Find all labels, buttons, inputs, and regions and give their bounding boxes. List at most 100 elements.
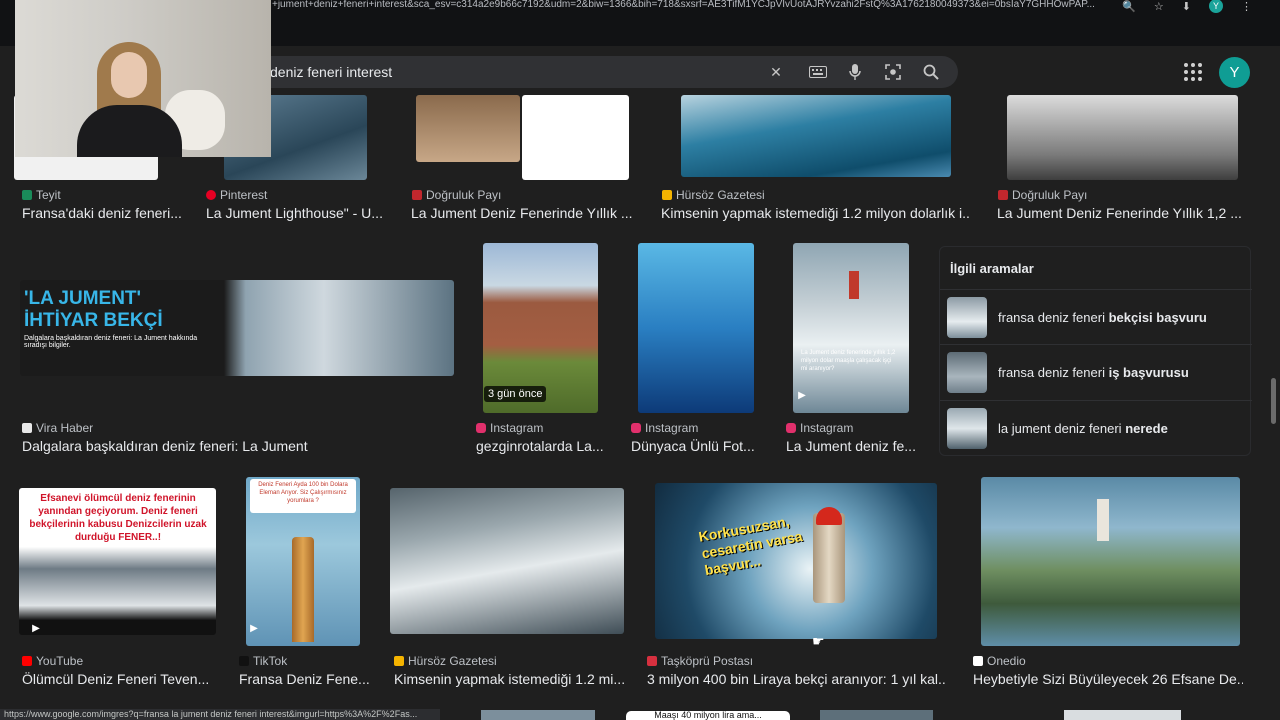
thumb-text: Maaşı 40 milyon lira ama... bbox=[626, 711, 790, 720]
result-source: Onedio bbox=[973, 654, 1026, 668]
result-source: Hürsöz Gazetesi bbox=[394, 654, 497, 668]
thumb-text: La Jument deniz fenerinde yıllık 1,2 mil… bbox=[801, 350, 896, 372]
play-icon: ▶ bbox=[250, 622, 258, 634]
scrollbar-thumb[interactable] bbox=[1271, 378, 1276, 424]
result-caption[interactable]: gezginrotalarda La... bbox=[476, 438, 606, 454]
result-caption[interactable]: Kimsenin yapmak istemediği 1.2 mi... bbox=[394, 671, 624, 687]
result-source: YouTube bbox=[22, 654, 83, 668]
time-badge: 3 gün önce bbox=[484, 386, 547, 402]
thumb-text: Efsanevi ölümcül deniz fenerinin yanında… bbox=[29, 493, 207, 543]
related-search-text: fransa deniz feneri bekçisi başvuru bbox=[998, 310, 1207, 325]
search-icon[interactable] bbox=[921, 62, 941, 82]
lens-icon[interactable] bbox=[883, 62, 903, 82]
result-thumbnail[interactable] bbox=[638, 243, 754, 413]
zoom-icon[interactable]: 🔍 bbox=[1122, 0, 1136, 13]
result-source: Vira Haber bbox=[22, 421, 93, 435]
instagram-favicon-icon bbox=[786, 423, 796, 433]
result-source: Taşköprü Postası bbox=[647, 654, 753, 668]
result-caption[interactable]: 3 milyon 400 bin Liraya bekçi aranıyor: … bbox=[647, 671, 947, 687]
dogruluk-payi-favicon-icon bbox=[412, 190, 422, 200]
result-thumbnail[interactable] bbox=[390, 488, 624, 634]
result-caption[interactable]: La Jument Lighthouse" - U... bbox=[206, 205, 386, 221]
result-caption[interactable]: Fransa Deniz Fene... bbox=[239, 671, 371, 687]
result-source: Instagram bbox=[786, 421, 853, 435]
search-box[interactable]: deniz feneri interest ✕ bbox=[240, 56, 958, 88]
instagram-favicon-icon bbox=[476, 423, 486, 433]
result-caption[interactable]: Fransa'daki deniz feneri... bbox=[22, 205, 192, 221]
result-source: Hürsöz Gazetesi bbox=[662, 188, 765, 202]
play-icon: ▶ bbox=[798, 389, 806, 401]
result-thumbnail[interactable] bbox=[681, 95, 951, 177]
related-search-text: la jument deniz feneri nerede bbox=[998, 421, 1168, 436]
result-thumbnail[interactable] bbox=[416, 95, 520, 162]
teyit-favicon-icon bbox=[22, 190, 32, 200]
thumb-title: İHTİYAR BEKÇİ bbox=[24, 310, 163, 331]
hursoz-favicon-icon bbox=[394, 656, 404, 666]
play-icon: ▶ bbox=[32, 622, 40, 634]
result-thumbnail[interactable]: Korkusuzsan, cesaretin varsa başvur... bbox=[655, 483, 937, 639]
thumb-title: 'LA JUMENT' bbox=[24, 288, 142, 309]
related-search-item[interactable]: la jument deniz feneri nerede bbox=[940, 400, 1252, 455]
result-source: Pinterest bbox=[206, 188, 267, 202]
result-thumbnail[interactable]: Efsanevi ölümcül deniz fenerinin yanında… bbox=[19, 488, 216, 635]
related-search-text: fransa deniz feneri iş başvurusu bbox=[998, 365, 1189, 380]
link-status-bar: https://www.google.com/imgres?q=fransa l… bbox=[0, 709, 440, 720]
result-source: Doğruluk Payı bbox=[998, 188, 1087, 202]
related-thumbnail bbox=[947, 408, 987, 449]
keyboard-icon[interactable] bbox=[808, 62, 828, 82]
result-thumbnail[interactable] bbox=[820, 710, 933, 720]
result-thumbnail[interactable] bbox=[1007, 95, 1238, 180]
result-thumbnail[interactable] bbox=[522, 95, 629, 180]
result-source: Instagram bbox=[476, 421, 543, 435]
result-source: TikTok bbox=[239, 654, 287, 668]
related-thumbnail bbox=[947, 352, 987, 393]
clear-icon[interactable]: ✕ bbox=[766, 62, 786, 82]
result-caption[interactable]: Heybetiyle Sizi Büyüleyecek 26 Efsane De… bbox=[973, 671, 1243, 687]
result-thumbnail[interactable] bbox=[481, 710, 595, 720]
tiktok-favicon-icon bbox=[239, 656, 249, 666]
result-caption[interactable]: Ölümcül Deniz Feneri Teven... bbox=[22, 671, 212, 687]
result-caption[interactable]: La Jument deniz fe... bbox=[786, 438, 921, 454]
microphone-icon[interactable] bbox=[845, 62, 865, 82]
search-input[interactable]: deniz feneri interest bbox=[270, 64, 392, 80]
onedio-favicon-icon bbox=[973, 656, 983, 666]
result-thumbnail[interactable]: La Jument deniz fenerinde yıllık 1,2 mil… bbox=[793, 243, 909, 413]
webcam-overlay bbox=[15, 0, 271, 157]
result-caption[interactable]: La Jument Deniz Fenerinde Yıllık ... bbox=[411, 205, 633, 221]
related-searches-panel: İlgili aramalar fransa deniz feneri bekç… bbox=[939, 246, 1252, 456]
account-avatar[interactable]: Y bbox=[1219, 57, 1250, 88]
bookmark-star-icon[interactable]: ☆ bbox=[1154, 0, 1164, 13]
result-source: Teyit bbox=[22, 188, 61, 202]
related-thumbnail bbox=[947, 297, 987, 338]
result-source: Instagram bbox=[631, 421, 698, 435]
related-search-item[interactable]: fransa deniz feneri iş başvurusu bbox=[940, 344, 1252, 399]
result-thumbnail[interactable] bbox=[981, 477, 1240, 646]
result-thumbnail[interactable]: 'LA JUMENT' İHTİYAR BEKÇİ Dalgalara başk… bbox=[20, 280, 454, 376]
download-icon[interactable]: ⬇ bbox=[1182, 0, 1191, 13]
browser-toolbar: 🔍 ☆ ⬇ Y ⋮ bbox=[1122, 0, 1252, 13]
address-bar-url[interactable]: +jument+deniz+feneri+interest&sca_esv=c3… bbox=[272, 0, 1142, 12]
thumb-text: Korkusuzsan, cesaretin varsa başvur... bbox=[697, 512, 804, 579]
related-searches-title: İlgili aramalar bbox=[950, 261, 1034, 276]
related-search-item[interactable]: fransa deniz feneri bekçisi başvuru bbox=[940, 289, 1252, 344]
result-thumbnail[interactable] bbox=[1064, 710, 1181, 720]
result-source: Doğruluk Payı bbox=[412, 188, 501, 202]
result-thumbnail[interactable]: Deniz Feneri Ayda 100 bin Dolara Eleman … bbox=[246, 477, 360, 646]
vira-haber-favicon-icon bbox=[22, 423, 32, 433]
result-caption[interactable]: Kimsenin yapmak istemediği 1.2 milyon do… bbox=[661, 205, 971, 221]
result-caption[interactable]: La Jument Deniz Fenerinde Yıllık 1,2 ... bbox=[997, 205, 1242, 221]
dogruluk-payi-favicon-icon bbox=[998, 190, 1008, 200]
result-caption[interactable]: Dünyaca Ünlü Fot... bbox=[631, 438, 761, 454]
result-caption[interactable]: Dalgalara başkaldıran deniz feneri: La J… bbox=[22, 438, 322, 454]
instagram-favicon-icon bbox=[631, 423, 641, 433]
thumb-text: Deniz Feneri Ayda 100 bin Dolara Eleman … bbox=[250, 479, 356, 513]
thumb-subtitle: Dalgalara başkaldıran deniz feneri: La J… bbox=[24, 335, 198, 349]
apps-grid-icon[interactable] bbox=[1184, 63, 1202, 81]
youtube-favicon-icon bbox=[22, 656, 32, 666]
browser-menu-icon[interactable]: ⋮ bbox=[1241, 0, 1252, 13]
browser-profile-avatar[interactable]: Y bbox=[1209, 0, 1223, 13]
pinterest-favicon-icon bbox=[206, 190, 216, 200]
taskopru-favicon-icon bbox=[647, 656, 657, 666]
hursoz-favicon-icon bbox=[662, 190, 672, 200]
mouse-cursor-icon: ☛ bbox=[812, 633, 825, 649]
